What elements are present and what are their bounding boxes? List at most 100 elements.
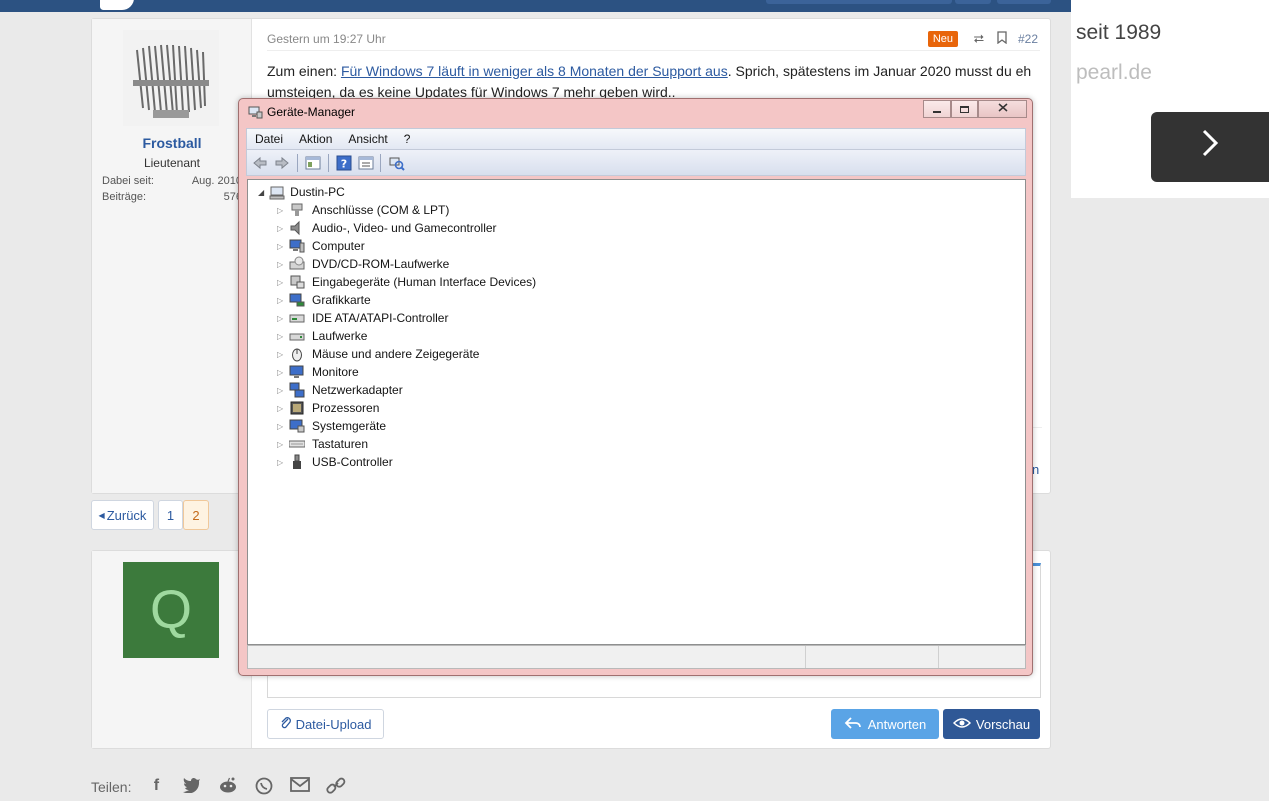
post-text: Zum einen:: [267, 63, 341, 79]
device-tree[interactable]: ◢ Dustin-PC ▷ Anschlüsse (COM & LPT) ▷ Audi…: [247, 179, 1026, 645]
expand-triangle-icon[interactable]: ▷: [277, 278, 289, 287]
chevron-right-icon: [1200, 128, 1220, 167]
expand-triangle-icon[interactable]: ▷: [277, 368, 289, 377]
reddit-icon[interactable]: [217, 777, 239, 797]
tree-node[interactable]: ▷ Anschlüsse (COM & LPT): [277, 202, 449, 218]
file-upload-button[interactable]: Datei-Upload: [267, 709, 384, 739]
tree-node[interactable]: ▷ IDE ATA/ATAPI-Controller: [277, 310, 448, 326]
header-nav-button[interactable]: [766, 0, 952, 4]
show-hide-tree-icon[interactable]: [305, 155, 321, 171]
facebook-icon[interactable]: f: [145, 777, 167, 797]
status-cell: [938, 646, 1026, 668]
post-action-link[interactable]: n: [1032, 462, 1039, 477]
monitor-icon: [289, 365, 304, 378]
site-logo[interactable]: [100, 0, 134, 10]
expand-triangle-icon[interactable]: ▷: [277, 386, 289, 395]
ide-icon: [289, 314, 305, 323]
tree-node[interactable]: ▷ Prozessoren: [277, 400, 379, 416]
properties-icon[interactable]: [358, 155, 374, 171]
tree-root-node[interactable]: ◢ Dustin-PC: [258, 184, 345, 200]
bookmark-icon[interactable]: [997, 31, 1007, 47]
system-icon: [289, 419, 305, 433]
tree-node[interactable]: ▷ Grafikkarte: [277, 292, 371, 308]
tree-node[interactable]: ▷ Computer: [277, 238, 365, 254]
post-header: Gestern um 19:27 Uhr Neu ⮂ #22: [267, 31, 1040, 51]
speaker-icon: [290, 220, 300, 236]
device-manager-window[interactable]: Geräte-Manager Datei Aktion Ansicht ? ? …: [238, 98, 1033, 676]
preview-button[interactable]: Vorschau: [943, 709, 1040, 739]
share-icon[interactable]: ⮂: [974, 31, 984, 47]
tree-node-label: Monitore: [312, 365, 359, 379]
menu-item-datei[interactable]: Datei: [247, 132, 291, 146]
hid-icon: [290, 275, 305, 289]
tree-node[interactable]: ▷ Eingabegeräte (Human Interface Devices): [277, 274, 536, 290]
link-icon[interactable]: [325, 777, 347, 797]
expand-triangle-icon[interactable]: ▷: [277, 350, 289, 359]
stat-value: Aug. 2010: [191, 175, 242, 187]
post-date[interactable]: Gestern um 19:27 Uhr: [267, 32, 386, 46]
tree-node[interactable]: ▷ Netzwerkadapter: [277, 382, 403, 398]
tree-node-label: Eingabegeräte (Human Interface Devices): [312, 275, 537, 289]
cdrom-icon: [289, 256, 305, 270]
expand-triangle-icon[interactable]: ▷: [277, 224, 289, 233]
tree-node[interactable]: ▷ Laufwerke: [277, 328, 367, 344]
forward-arrow-icon[interactable]: [274, 155, 290, 171]
header-nav-button[interactable]: [997, 0, 1051, 4]
expand-triangle-icon[interactable]: ▷: [277, 296, 289, 305]
device-manager-icon: [248, 106, 263, 119]
collapse-triangle-icon[interactable]: ◢: [258, 188, 264, 197]
menu-item-aktion[interactable]: Aktion: [291, 132, 340, 146]
computer-icon: [289, 239, 305, 253]
back-arrow-icon[interactable]: [252, 155, 268, 171]
tree-node-label: Systemgeräte: [312, 419, 387, 433]
tree-node[interactable]: ▷ Tastaturen: [277, 436, 368, 452]
tree-node[interactable]: ▷ DVD/CD-ROM-Laufwerke: [277, 256, 449, 272]
tree-node[interactable]: ▷ Monitore: [277, 364, 359, 380]
menu-item-ansicht[interactable]: Ansicht: [340, 132, 395, 146]
tree-node[interactable]: ▷ Mäuse und andere Zeigegeräte: [277, 346, 479, 362]
close-button[interactable]: [978, 100, 1027, 118]
ad-next-button[interactable]: [1151, 112, 1269, 182]
page-link-2[interactable]: 2: [183, 500, 209, 530]
maximize-button[interactable]: [951, 100, 978, 118]
menu-item-help[interactable]: ?: [396, 132, 419, 146]
expand-triangle-icon[interactable]: ▷: [277, 440, 289, 449]
twitter-icon[interactable]: [181, 777, 203, 797]
advertisement[interactable]: seit 1989 pearl.de: [1071, 0, 1269, 198]
expand-triangle-icon[interactable]: ▷: [277, 260, 289, 269]
minimize-button[interactable]: [923, 100, 951, 118]
page-link-1[interactable]: 1: [158, 500, 183, 530]
email-icon[interactable]: [289, 777, 311, 797]
whatsapp-icon[interactable]: [253, 777, 275, 797]
expand-triangle-icon[interactable]: ▷: [277, 422, 289, 431]
scan-hardware-icon[interactable]: [389, 155, 405, 171]
username-link[interactable]: Frostball: [92, 135, 252, 151]
reply-button[interactable]: Antworten: [831, 709, 939, 739]
tree-node-label: Mäuse und andere Zeigegeräte: [312, 347, 480, 361]
user-avatar[interactable]: [123, 30, 219, 126]
support-link[interactable]: Für Windows 7 läuft in weniger als 8 Mon…: [341, 63, 728, 79]
tree-node[interactable]: ▷ Audio-, Video- und Gamecontroller: [277, 220, 497, 236]
expand-triangle-icon[interactable]: ▷: [277, 242, 289, 251]
expand-triangle-icon[interactable]: ▷: [277, 314, 289, 323]
user-rank: Lieutenant: [143, 156, 201, 170]
root-label: Dustin-PC: [290, 185, 345, 199]
stat-label: Dabei seit:: [102, 175, 154, 187]
expand-triangle-icon[interactable]: ▷: [277, 404, 289, 413]
pagination-back-button[interactable]: ◀ Zurück: [91, 500, 154, 530]
tree-node[interactable]: ▷ USB-Controller: [277, 454, 393, 470]
expand-triangle-icon[interactable]: ▷: [277, 458, 289, 467]
toolbar-separator: [328, 154, 329, 172]
user-stat-joined: Dabei seit: Aug. 2010: [102, 175, 242, 187]
share-label: Teilen:: [91, 779, 132, 795]
expand-triangle-icon[interactable]: ▷: [277, 206, 289, 215]
header-nav-button[interactable]: [955, 0, 991, 4]
tree-node-label: USB-Controller: [312, 455, 393, 469]
post-number-link[interactable]: #22: [1018, 32, 1038, 46]
computer-icon: [269, 186, 285, 200]
menu-bar: Datei Aktion Ansicht ?: [246, 128, 1026, 150]
help-icon[interactable]: ?: [336, 155, 352, 171]
new-badge: Neu: [927, 31, 958, 47]
expand-triangle-icon[interactable]: ▷: [277, 332, 289, 341]
tree-node[interactable]: ▷ Systemgeräte: [277, 418, 386, 434]
